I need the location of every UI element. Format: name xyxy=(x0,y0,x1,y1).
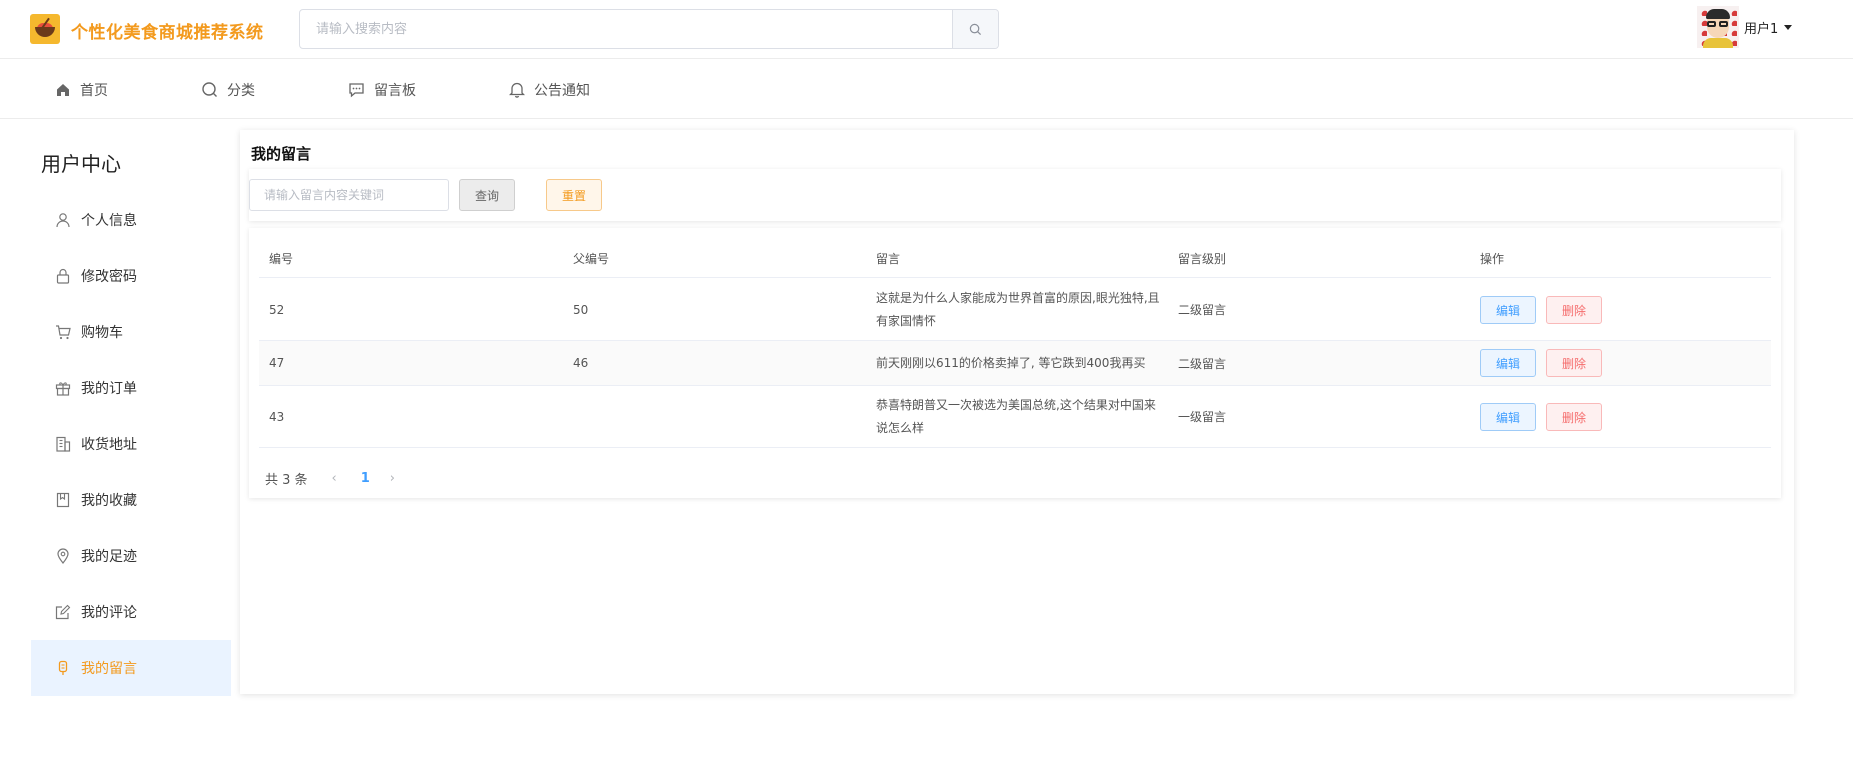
sidebar-item-label: 购物车 xyxy=(81,325,123,341)
sidebar-item-favorites[interactable]: 我的收藏 xyxy=(31,472,231,528)
column-header-level: 留言级别 xyxy=(1178,252,1227,266)
search-icon xyxy=(969,23,982,35)
cell-message: 前天刚刚以611的价格卖掉了, 等它跌到400我再买 xyxy=(876,355,1146,370)
user-center-title: 用户中心 xyxy=(41,152,121,176)
sidebar-item-label: 我的足迹 xyxy=(81,549,137,565)
sidebar-item-label: 收货地址 xyxy=(81,437,137,453)
keyword-input[interactable] xyxy=(249,179,449,211)
gift-icon xyxy=(55,382,71,396)
filter-bar: 查询 重置 xyxy=(249,169,1781,221)
column-header-id: 编号 xyxy=(269,252,294,266)
sidebar-item-comments[interactable]: 我的评论 xyxy=(31,584,231,640)
page-number-current[interactable]: 1 xyxy=(361,471,370,486)
cell-id: 52 xyxy=(269,302,285,317)
nav-label-notice: 公告通知 xyxy=(534,82,590,99)
cell-parent-id: 50 xyxy=(573,302,589,317)
nav-label-home: 首页 xyxy=(80,82,108,99)
cart-icon xyxy=(56,325,71,340)
top-header: 个性化美食商城推荐系统 用户1 xyxy=(0,0,1853,59)
cell-level: 二级留言 xyxy=(1178,303,1227,317)
brand-title[interactable]: 个性化美食商城推荐系统 xyxy=(71,18,264,43)
sidebar-item-profile[interactable]: 个人信息 xyxy=(31,192,231,248)
edit-button[interactable]: 编辑 xyxy=(1480,296,1536,324)
next-page-button[interactable]: › xyxy=(390,471,395,486)
sidebar-item-label: 我的评论 xyxy=(81,605,137,621)
messages-panel: 我的留言 查询 重置 编号 父编号 留言 留言级别 操作 52 50 这就是为什… xyxy=(240,130,1794,694)
bookmark-icon xyxy=(56,492,70,508)
pagination: 共 3 条 ‹ 1 › xyxy=(265,466,395,490)
delete-button[interactable]: 删除 xyxy=(1546,403,1602,431)
location-icon xyxy=(57,548,69,564)
logo-icon[interactable] xyxy=(30,14,60,44)
avatar[interactable] xyxy=(1697,6,1739,48)
search-button[interactable] xyxy=(952,10,998,48)
caret-down-icon[interactable] xyxy=(1784,24,1793,30)
building-icon xyxy=(56,436,71,452)
edit-button[interactable]: 编辑 xyxy=(1480,403,1536,431)
sidebar-item-address[interactable]: 收货地址 xyxy=(31,416,231,472)
search-box xyxy=(299,9,999,49)
table-row: 47 46 前天刚刚以611的价格卖掉了, 等它跌到400我再买 二级留言 编辑… xyxy=(259,341,1771,386)
search-input[interactable] xyxy=(300,10,952,48)
cell-id: 47 xyxy=(269,356,285,370)
sidebar-item-orders[interactable]: 我的订单 xyxy=(31,360,231,416)
nav-item-category[interactable]: 分类 xyxy=(201,60,255,119)
column-header-parent-id: 父编号 xyxy=(573,252,610,266)
sidebar-item-label: 我的收藏 xyxy=(81,493,137,509)
prev-page-button[interactable]: ‹ xyxy=(332,471,337,486)
pagination-total: 共 3 条 xyxy=(265,472,308,488)
reset-button[interactable]: 重置 xyxy=(546,179,602,211)
cell-level: 一级留言 xyxy=(1178,410,1227,424)
bell-icon xyxy=(509,82,525,98)
nav-label-category: 分类 xyxy=(227,82,255,99)
nav-item-home[interactable]: 首页 xyxy=(55,60,108,119)
table-header: 编号 父编号 留言 留言级别 操作 xyxy=(259,242,1771,278)
delete-button[interactable]: 删除 xyxy=(1546,296,1602,324)
table-row: 52 50 这就是为什么人家能成为世界首富的原因,眼光独特,且有家国情怀 二级留… xyxy=(259,279,1771,341)
cell-level: 二级留言 xyxy=(1178,356,1227,371)
sidebar-item-password[interactable]: 修改密码 xyxy=(31,248,231,304)
messages-table: 编号 父编号 留言 留言级别 操作 52 50 这就是为什么人家能成为世界首富的… xyxy=(249,228,1781,498)
home-icon xyxy=(57,83,69,96)
lock-icon xyxy=(56,268,70,284)
sidebar-item-label: 我的留言 xyxy=(81,661,137,677)
cell-message: 这就是为什么人家能成为世界首富的原因,眼光独特,且有家国情怀 xyxy=(876,290,1160,328)
category-icon xyxy=(202,82,217,97)
sidebar-item-my-messages[interactable]: 我的留言 xyxy=(31,640,231,696)
sidebar-item-footprint[interactable]: 我的足迹 xyxy=(31,528,231,584)
sidebar-item-label: 我的订单 xyxy=(81,381,137,397)
message-board-icon xyxy=(349,82,364,97)
delete-button[interactable]: 删除 xyxy=(1546,349,1602,377)
column-header-actions: 操作 xyxy=(1480,252,1505,266)
cell-id: 43 xyxy=(269,409,285,424)
nav-item-notice[interactable]: 公告通知 xyxy=(509,60,590,119)
table-row: 43 恭喜特朗普又一次被选为美国总统,这个结果对中国来说怎么样 一级留言 编辑 … xyxy=(259,386,1771,448)
sidebar-item-label: 修改密码 xyxy=(81,269,137,285)
nav-item-message-board[interactable]: 留言板 xyxy=(348,60,416,119)
main-nav: 首页 分类 留言板 公告通知 xyxy=(0,60,1853,119)
cell-message: 恭喜特朗普又一次被选为美国总统,这个结果对中国来说怎么样 xyxy=(876,397,1156,435)
user-name[interactable]: 用户1 xyxy=(1744,18,1778,37)
user-icon xyxy=(56,213,70,228)
edit-icon xyxy=(55,604,71,620)
query-button[interactable]: 查询 xyxy=(459,179,515,211)
sidebar-item-label: 个人信息 xyxy=(81,213,137,229)
page-title: 我的留言 xyxy=(251,145,312,163)
column-header-message: 留言 xyxy=(876,252,901,266)
cell-parent-id: 46 xyxy=(573,356,589,370)
microphone-icon xyxy=(58,660,68,675)
user-menu[interactable]: 用户1 xyxy=(1697,6,1793,48)
nav-label-message-board: 留言板 xyxy=(374,82,416,99)
edit-button[interactable]: 编辑 xyxy=(1480,349,1536,377)
sidebar-item-cart[interactable]: 购物车 xyxy=(31,304,231,360)
